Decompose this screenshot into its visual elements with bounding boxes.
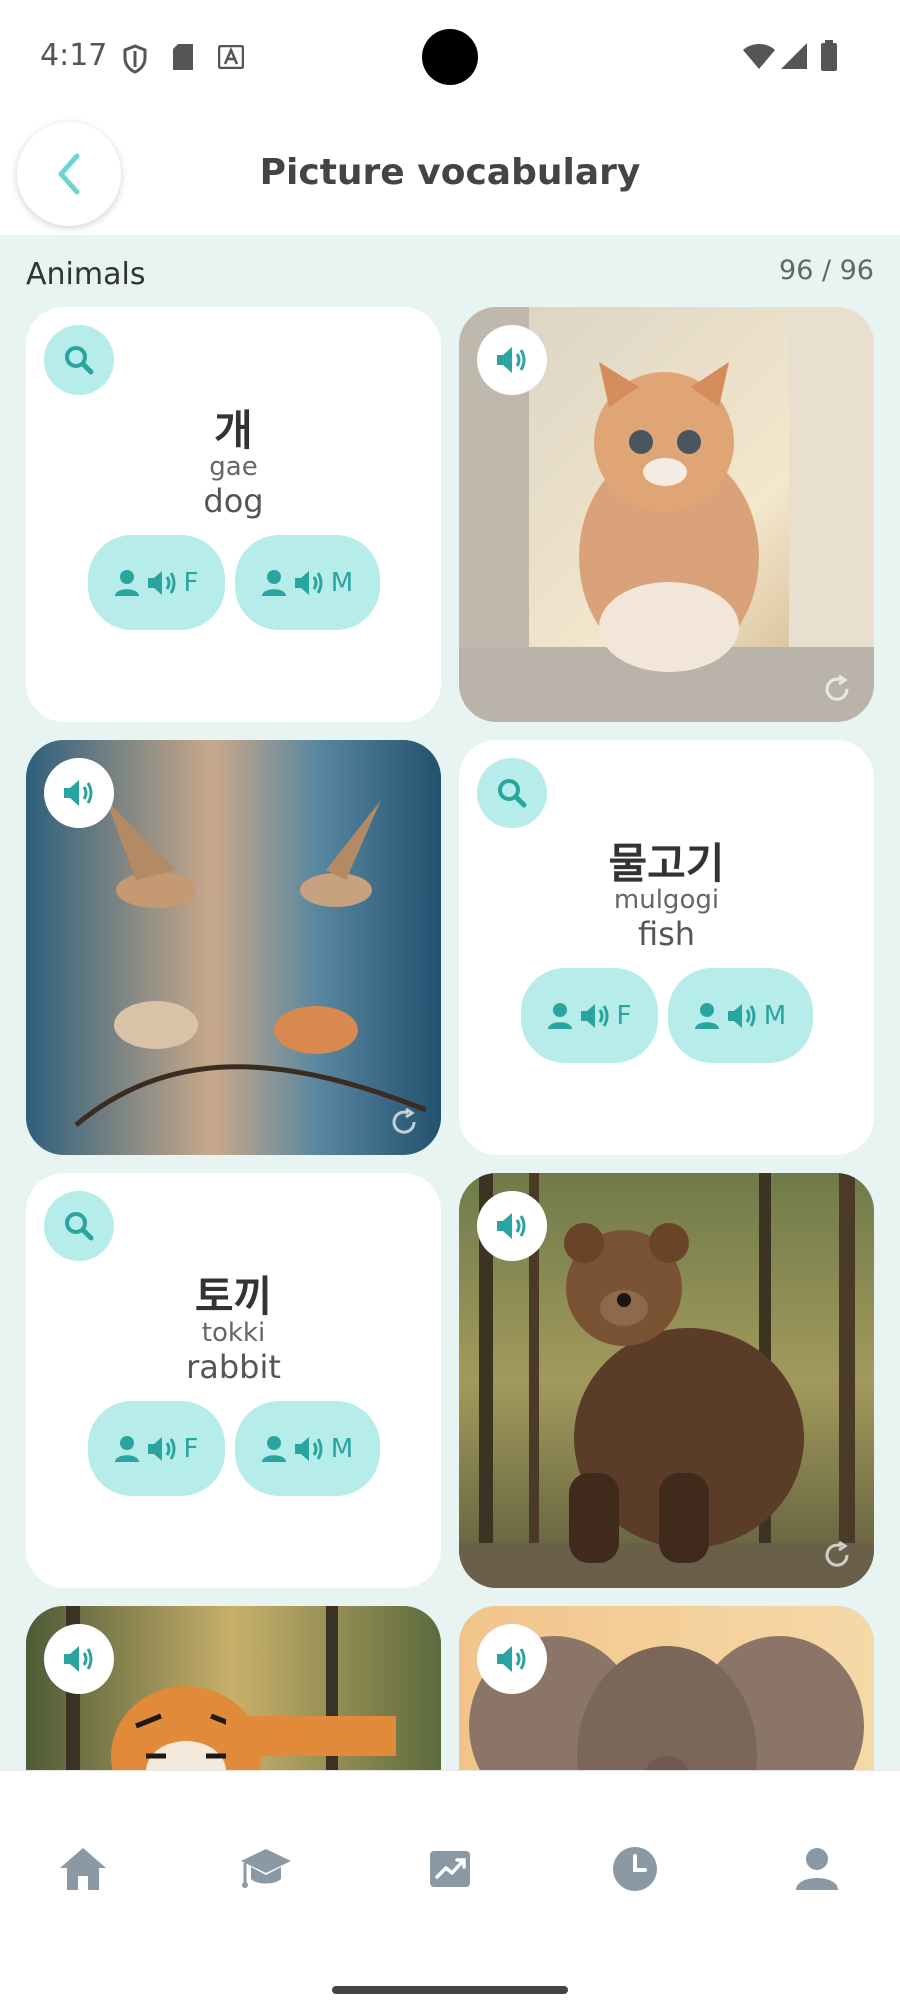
battery-icon [821,40,837,71]
nav-learn[interactable] [236,1839,296,1899]
word-romanization: mulgogi [613,885,720,915]
refresh-icon[interactable] [822,1540,852,1570]
female-audio-button[interactable]: F [520,968,658,1063]
image-card-tiger[interactable] [26,1606,441,1770]
word-korean: 토끼 [194,1272,273,1321]
word-korean: 물고기 [608,839,725,888]
search-button[interactable] [44,325,114,395]
person-icon [114,1435,139,1462]
speaker-icon [727,1003,756,1028]
section-count: 96 / 96 [779,255,874,286]
shield-icon [123,44,147,74]
audio-label: F [183,567,199,598]
section-title: Animals [26,257,146,292]
speaker-icon [64,780,93,806]
male-audio-button[interactable]: M [667,968,813,1063]
bottom-navigation [0,1770,900,2001]
play-sound-button[interactable] [477,1191,547,1261]
person-icon [261,569,286,596]
speaker-icon [497,1646,526,1672]
female-audio-button[interactable]: F [87,1401,225,1496]
male-audio-button[interactable]: M [234,535,380,630]
word-romanization: gae [209,452,258,482]
audio-label: M [763,1000,787,1031]
person-icon [114,569,139,596]
vocabulary-grid: Animals 96 / 96 개 gae dog F M 물고기 mulgog… [0,235,900,1770]
home-icon [60,1848,106,1890]
word-english: fish [637,915,696,953]
word-romanization: tokki [201,1318,266,1348]
speaker-icon [64,1646,93,1672]
word-card-fish[interactable]: 물고기 mulgogi fish F M [459,740,874,1155]
person-icon [694,1002,719,1029]
page-title: Picture vocabulary [259,152,641,193]
image-card-birds[interactable] [26,740,441,1155]
nav-profile[interactable] [787,1839,847,1899]
male-audio-button[interactable]: M [234,1401,380,1496]
nav-stats[interactable] [420,1839,480,1899]
nav-history[interactable] [605,1839,665,1899]
speaker-icon [294,570,323,595]
word-card-rabbit[interactable]: 토끼 tokki rabbit F M [26,1173,441,1588]
speaker-icon [497,1213,526,1239]
speaker-icon [147,570,176,595]
play-sound-button[interactable] [44,758,114,828]
refresh-icon[interactable] [389,1107,419,1137]
search-icon [65,346,94,375]
search-icon [498,779,527,808]
header: Picture vocabulary [0,110,900,235]
nav-home[interactable] [53,1839,113,1899]
speaker-icon [580,1003,609,1028]
wifi-icon [743,44,775,69]
camera-cutout [422,29,478,85]
play-sound-button[interactable] [477,1624,547,1694]
status-bar: 4:17 [0,0,900,110]
word-english: rabbit [186,1348,281,1386]
profile-icon [796,1848,838,1890]
signal-icon [781,43,807,69]
audio-label: F [616,1000,632,1031]
audio-label: M [330,1433,354,1464]
person-icon [261,1435,286,1462]
speaker-icon [147,1436,176,1461]
font-icon [218,45,244,69]
person-icon [547,1002,572,1029]
play-sound-button[interactable] [44,1624,114,1694]
play-sound-button[interactable] [477,325,547,395]
audio-label: F [183,1433,199,1464]
word-korean: 개 [214,406,253,455]
search-button[interactable] [44,1191,114,1261]
speaker-icon [497,347,526,373]
speaker-icon [294,1436,323,1461]
chart-icon [430,1851,470,1887]
image-card-bear[interactable] [459,1173,874,1588]
sd-card-icon [173,44,193,70]
image-card-kitten[interactable] [459,307,874,722]
search-icon [65,1212,94,1241]
home-indicator[interactable] [332,1986,568,1994]
graduation-cap-icon [241,1849,291,1888]
refresh-icon[interactable] [822,674,852,704]
audio-label: M [330,567,354,598]
word-card-dog[interactable]: 개 gae dog F M [26,307,441,722]
female-audio-button[interactable]: F [87,535,225,630]
clock-icon [613,1847,657,1891]
image-card-elephant[interactable] [459,1606,874,1770]
word-english: dog [203,482,264,520]
search-button[interactable] [477,758,547,828]
status-time: 4:17 [40,38,108,73]
